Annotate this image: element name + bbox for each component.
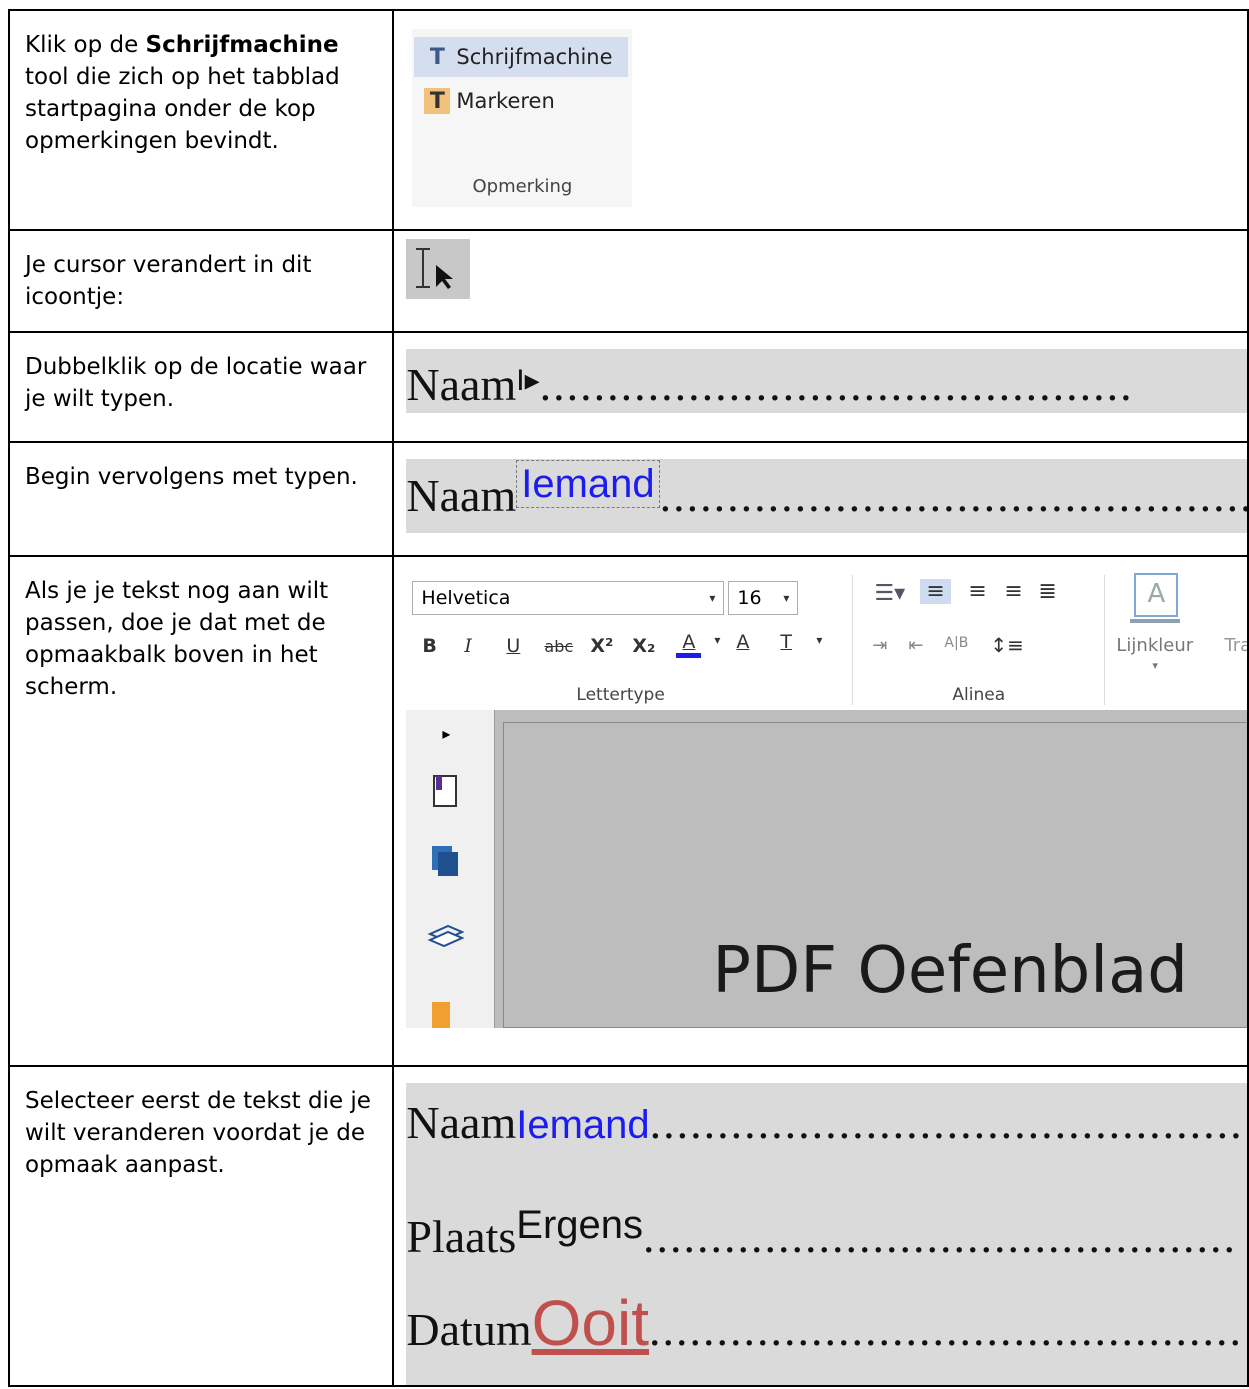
line-color-icon[interactable]: A (1134, 573, 1179, 617)
indent-decrease-icon[interactable]: ⇤ (908, 635, 923, 656)
name-field-strip[interactable]: NaamI▸..................................… (406, 349, 1247, 413)
strikethrough-button[interactable]: abc (544, 637, 573, 656)
place-line[interactable]: PlaatsErgens............................… (406, 1195, 1237, 1278)
bold-button[interactable]: B (422, 635, 436, 657)
typewriter-button[interactable]: T Schrijfmachine (414, 37, 629, 77)
typewriter-icon: T (429, 44, 445, 70)
typed-date[interactable]: Ooit (532, 1287, 649, 1359)
format-ribbon: Helvetica ▾ 16 ▾ B I U abc X² X₂ A ▾ A T ▾… (406, 567, 1247, 710)
subscript-button[interactable]: X₂ (632, 635, 655, 657)
step-visual-4: Naam Iemand..............................… (392, 441, 1249, 557)
dropdown-arrow-icon[interactable]: ▾ (816, 633, 822, 647)
step-text-6: Selecteer eerst de tekst die je wilt ver… (7, 1065, 395, 1387)
dropdown-arrow-icon[interactable]: ▾ (714, 633, 720, 647)
divider (1104, 575, 1106, 705)
table-row: Klik op de Schrijfmachine tool die zich … (7, 9, 1249, 231)
italic-button[interactable]: I (464, 635, 472, 657)
text-spacing-icon[interactable]: A|B (944, 635, 968, 651)
pdf-page-title: PDF Oefenblad (712, 934, 1188, 1008)
comment-ribbon-group: T Schrijfmachine T Markeren Opmerking (412, 29, 633, 207)
expand-arrow-icon[interactable]: ▸ (442, 724, 450, 744)
table-row: Dubbelklik op de locatie waar je wilt ty… (7, 331, 1249, 443)
typed-name[interactable]: Iemand (516, 1103, 649, 1147)
font-size-select[interactable]: 16 ▾ (728, 581, 799, 615)
table-row: Je cursor verandert in dit icoontje: (7, 229, 1249, 333)
pages-icon[interactable] (430, 844, 462, 878)
layers-icon[interactable] (426, 920, 465, 952)
justify-icon[interactable]: ≣ (1038, 579, 1056, 604)
table-row: Selecteer eerst de tekst die je wilt ver… (7, 1065, 1249, 1387)
name-label: Naam (406, 359, 517, 410)
name-field-strip[interactable]: Naam Iemand..............................… (406, 459, 1247, 533)
step-text-4: Begin vervolgens met typen. (7, 441, 395, 557)
step-text-5: Als je je tekst nog aan wilt passen, doe… (7, 555, 395, 1067)
align-center-icon[interactable]: ≡ (968, 579, 986, 604)
pdf-viewer: ▸ PDF Oefenblad (406, 710, 1247, 1028)
dotted-line: ........................................… (659, 470, 1247, 521)
step-visual-6: NaamIemand..............................… (392, 1065, 1249, 1387)
instruction-table: Klik op de Schrijfmachine tool die zich … (7, 9, 1249, 1387)
dropdown-arrow-icon[interactable]: ▾ (1152, 659, 1158, 672)
comments-icon[interactable] (432, 1002, 451, 1028)
date-line[interactable]: DatumOoit...............................… (406, 1287, 1243, 1377)
table-row: Begin vervolgens met typen. Naam Iemand..… (7, 441, 1249, 557)
character-spacing-button[interactable]: A (736, 631, 749, 653)
step-visual-1: T Schrijfmachine T Markeren Opmerking (392, 9, 1249, 231)
typewriter-cursor-icon (406, 239, 471, 299)
name-label: Naam (406, 470, 517, 521)
table-row: Als je je tekst nog aan wilt passen, doe… (7, 555, 1249, 1067)
cursor-icon: I▸ (516, 364, 540, 397)
superscript-button[interactable]: X² (590, 635, 613, 657)
line-color-label[interactable]: Lijnkleur (1116, 635, 1193, 656)
line-color-swatch (1130, 619, 1181, 623)
step-visual-5: Helvetica ▾ 16 ▾ B I U abc X² X₂ A ▾ A T ▾… (392, 555, 1249, 1067)
bookmark-icon[interactable] (430, 774, 460, 810)
align-right-icon[interactable]: ≡ (1004, 579, 1022, 604)
indent-increase-icon[interactable]: ⇥ (872, 635, 887, 656)
bullet-list-icon[interactable]: ☰▾ (874, 581, 905, 606)
typed-place[interactable]: Ergens (516, 1203, 643, 1247)
group-caption: Opmerking (472, 176, 573, 197)
highlight-button[interactable]: T Markeren (414, 81, 628, 121)
step-text-3: Dubbelklik op de locatie waar je wilt ty… (7, 331, 395, 443)
step-text-2: Je cursor verandert in dit icoontje: (7, 229, 395, 333)
font-group-label: Lettertype (576, 685, 665, 705)
highlight-icon: T (424, 88, 451, 114)
line-spacing-icon[interactable]: ↕≡ (990, 633, 1024, 657)
align-left-icon[interactable]: ≡ (920, 579, 951, 604)
font-family-select[interactable]: Helvetica ▾ (412, 581, 725, 615)
dotted-line: ........................................… (539, 359, 1134, 410)
form-fields-strip: NaamIemand..............................… (406, 1083, 1247, 1384)
paragraph-group-label: Alinea (952, 685, 1006, 705)
text-direction-button[interactable]: T (780, 631, 792, 653)
transparency-label[interactable]: Trans (1224, 635, 1246, 656)
font-color-button[interactable]: A (676, 631, 702, 658)
step-text-1: Klik op de Schrijfmachine tool die zich … (7, 9, 395, 231)
step-visual-2 (392, 229, 1249, 333)
side-panel: ▸ (406, 710, 495, 1028)
divider (852, 575, 854, 705)
step-visual-3: NaamI▸..................................… (392, 331, 1249, 443)
name-line[interactable]: NaamIemand..............................… (406, 1093, 1243, 1164)
underline-button[interactable]: U (506, 635, 520, 657)
typed-text-box[interactable]: Iemand (516, 460, 660, 508)
